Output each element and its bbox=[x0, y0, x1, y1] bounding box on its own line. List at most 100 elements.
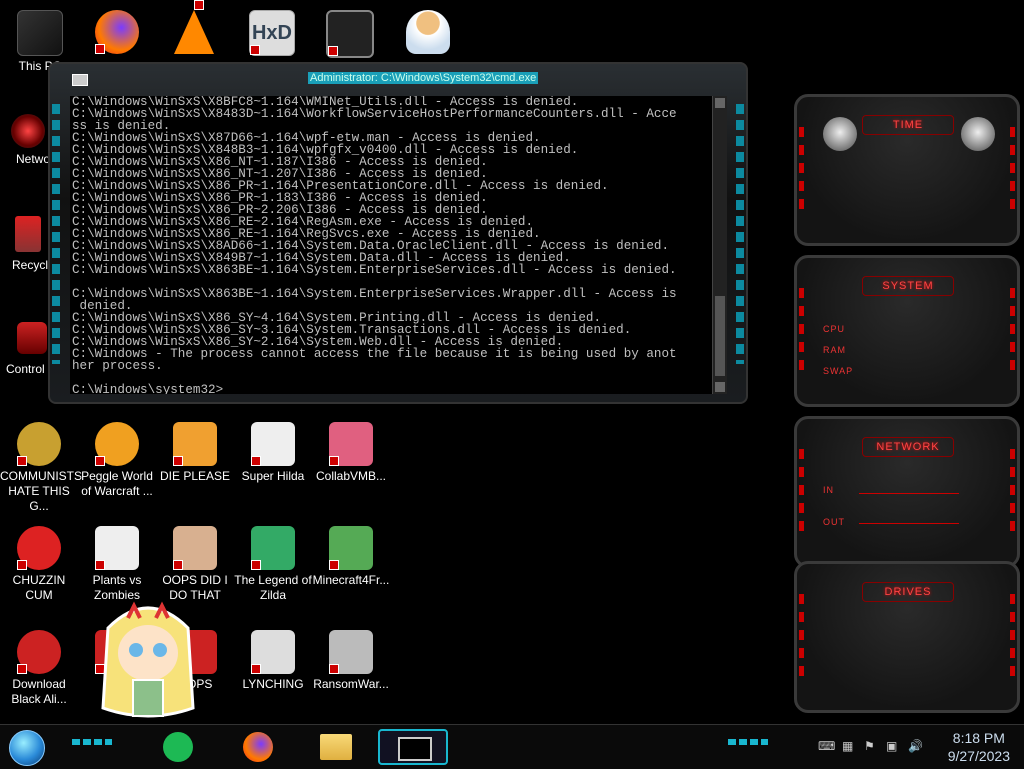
desktop-icon-recycle[interactable]: Recycle bbox=[1, 212, 55, 273]
clock-date: 9/27/2023 bbox=[947, 748, 1010, 764]
desktop-icon[interactable]: CollabVMB... bbox=[312, 418, 390, 484]
alien-orb-icon bbox=[17, 630, 61, 674]
desktop-icon[interactable]: Plants vs Zombies bbox=[78, 522, 156, 603]
recycle-bin-icon bbox=[15, 216, 41, 252]
desktop-icon[interactable]: RansomWar... bbox=[312, 626, 390, 692]
desktop-icon[interactable]: Super Hilda bbox=[234, 418, 312, 484]
console-scrollbar[interactable] bbox=[712, 96, 727, 394]
desktop-icon-vlc[interactable] bbox=[155, 0, 233, 57]
desktop-icon-control[interactable]: Control bbox=[1, 316, 47, 377]
desktop-icon[interactable]: Peggle World of Warcraft ... bbox=[78, 418, 156, 499]
time-gadget[interactable]: TIME bbox=[794, 94, 1020, 246]
net-in-graph bbox=[859, 493, 959, 494]
system-gadget[interactable]: SYSTEM CPU RAM SWAP bbox=[794, 255, 1020, 407]
plants-vs-zombies-icon bbox=[95, 526, 139, 570]
desktop-icon-label: Peggle World of Warcraft ... bbox=[81, 469, 153, 498]
desktop-icon[interactable]: OOPS DID I DO THAT bbox=[156, 522, 234, 603]
console-titlebar[interactable]: Administrator: C:\Windows\System32\cmd.e… bbox=[70, 70, 706, 86]
gadget-decoration bbox=[1010, 288, 1015, 378]
taskbar-decoration bbox=[728, 739, 768, 745]
scroll-down-arrow-icon[interactable] bbox=[715, 382, 725, 392]
star-butterfly-sticker[interactable] bbox=[98, 598, 198, 724]
collabvm-icon bbox=[329, 422, 373, 466]
scroll-up-arrow-icon[interactable] bbox=[715, 98, 725, 108]
desktop-icon[interactable]: The Legend of Zilda bbox=[234, 522, 312, 603]
hxd-icon: HxD bbox=[249, 10, 295, 56]
ram-label: RAM bbox=[823, 345, 846, 355]
cmd-icon bbox=[398, 737, 432, 761]
desktop-icon-hxd[interactable]: HxD bbox=[233, 6, 311, 59]
chuzzle-icon bbox=[17, 526, 61, 570]
zilda-icon bbox=[251, 526, 295, 570]
control-panel-icon bbox=[17, 322, 47, 354]
taskbar-firefox-button[interactable] bbox=[238, 729, 278, 765]
desktop-icon-label: Control bbox=[6, 362, 45, 376]
taskbar: ⌨ ▦ ⚑ ▣ 🔊 8:18 PM 9/27/2023 bbox=[0, 724, 1024, 769]
gadget-title: DRIVES bbox=[862, 582, 954, 602]
network-gadget[interactable]: NETWORK IN OUT bbox=[794, 416, 1020, 568]
console-output[interactable]: C:\Windows\WinSxS\X8BFC8~1.164\WMINet_Ut… bbox=[70, 96, 712, 394]
die-icon bbox=[173, 422, 217, 466]
maze-icon bbox=[326, 10, 374, 58]
desktop-icon-label: COMMUNISTS HATE THIS G... bbox=[0, 469, 82, 513]
drives-gadget[interactable]: DRIVES bbox=[794, 561, 1020, 713]
network-tray-icon[interactable]: ▣ bbox=[886, 740, 900, 752]
desktop-icon-label: LYNCHING bbox=[242, 677, 304, 691]
peggle-icon bbox=[95, 422, 139, 466]
desktop-icon[interactable]: DIE PLEASE bbox=[156, 418, 234, 484]
network-icon bbox=[11, 114, 45, 148]
skull-icon bbox=[329, 630, 373, 674]
desktop-icon-firefox[interactable] bbox=[78, 6, 156, 57]
volume-icon[interactable]: 🔊 bbox=[908, 740, 923, 752]
gadget-title: NETWORK bbox=[862, 437, 954, 457]
super-hilda-icon bbox=[251, 422, 295, 466]
net-out-graph bbox=[859, 523, 959, 524]
window-decoration bbox=[736, 104, 744, 364]
spotify-icon bbox=[163, 732, 193, 762]
desktop-icon[interactable]: Minecraft4Fr... bbox=[312, 522, 390, 588]
desktop-icon-network[interactable]: Netwo bbox=[1, 110, 50, 167]
gadget-decoration bbox=[799, 288, 804, 378]
gpu-icon[interactable]: ▦ bbox=[842, 740, 856, 752]
desktop-icon-doctor[interactable] bbox=[389, 6, 467, 57]
gadget-title: SYSTEM bbox=[862, 276, 954, 296]
file-explorer-icon bbox=[320, 734, 352, 760]
desktop-icon[interactable]: CHUZZIN CUM bbox=[0, 522, 78, 603]
desktop-icon-maze[interactable] bbox=[311, 6, 389, 61]
console-window[interactable]: Administrator: C:\Windows\System32\cmd.e… bbox=[48, 62, 748, 404]
taskbar-clock[interactable]: 8:18 PM 9/27/2023 bbox=[948, 729, 1010, 765]
start-orb-icon[interactable] bbox=[9, 730, 45, 766]
console-text: C:\Windows\WinSxS\X8BFC8~1.164\WMINet_Ut… bbox=[72, 96, 677, 394]
gadget-decoration bbox=[1010, 594, 1015, 684]
taskbar-explorer-button[interactable] bbox=[316, 729, 356, 765]
taskbar-cmd-button[interactable] bbox=[378, 729, 448, 765]
clock-time: 8:18 PM bbox=[952, 730, 1005, 746]
gadget-decoration bbox=[1010, 449, 1015, 539]
portrait-icon bbox=[173, 526, 217, 570]
desktop-icon[interactable]: COMMUNISTS HATE THIS G... bbox=[0, 418, 82, 514]
desktop-icon-label: CollabVMB... bbox=[315, 469, 387, 483]
net-in-label: IN bbox=[823, 485, 834, 495]
gadget-decoration bbox=[1010, 127, 1015, 217]
desktop-icon[interactable]: LYNCHING bbox=[234, 626, 312, 692]
keyboard-icon[interactable]: ⌨ bbox=[818, 740, 835, 752]
console-title: Administrator: C:\Windows\System32\cmd.e… bbox=[308, 72, 539, 84]
desktop-icon[interactable]: Download Black Ali... bbox=[0, 626, 78, 707]
firefox-icon bbox=[243, 732, 273, 762]
scroll-thumb[interactable] bbox=[715, 296, 725, 376]
taskbar-spotify-button[interactable] bbox=[158, 729, 198, 765]
desktop-icon-label: Minecraft4Fr... bbox=[312, 573, 390, 587]
desktop-icon-label: DIE PLEASE bbox=[159, 469, 231, 483]
alien-head-icon bbox=[823, 117, 857, 151]
desktop-icon-label: Recycle bbox=[12, 258, 55, 272]
taskbar-decoration bbox=[72, 739, 112, 745]
money-bag-icon bbox=[17, 422, 61, 466]
gadget-decoration bbox=[799, 127, 804, 217]
flag-icon[interactable]: ⚑ bbox=[864, 740, 878, 752]
vlc-icon bbox=[174, 0, 214, 54]
desktop-icon-label: Download Black Ali... bbox=[11, 677, 67, 706]
desktop-icon-label: Super Hilda bbox=[241, 469, 305, 483]
this-pc-icon bbox=[17, 10, 63, 56]
gadget-decoration bbox=[799, 449, 804, 539]
cmd-icon[interactable] bbox=[72, 74, 88, 86]
